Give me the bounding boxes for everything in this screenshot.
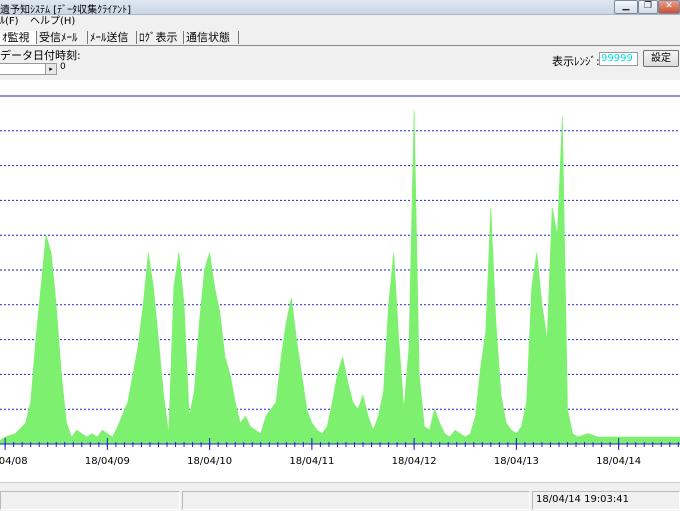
x-tick-label: 18/04/10 [187,456,232,467]
x-tick-label: 18/04/12 [392,456,437,467]
tab-log-view[interactable]: ﾛｸﾞ表示 [137,31,184,44]
tab-strip: ｵ監視 受信ﾒｰﾙ ﾒｰﾙ送信 ﾛｸﾞ表示 通信状態 [0,30,680,46]
scroll-right-icon[interactable]: ▸ [45,64,56,74]
control-panel: データ日付時刻: ▸ 0 表示ﾚﾝｼﾞ: 99999 設定 [0,46,680,80]
menu-help[interactable]: ヘルプ(H) [30,15,75,29]
restore-button[interactable]: ❐ [638,0,658,14]
menu-bar: ﾙ(F) ヘルプ(H) [0,15,680,29]
status-pane-2 [182,491,530,510]
window-title: 遺予知ｼｽﾃﾑ [ﾃﾞｰﾀ収集ｸﾗｲｱﾝﾄ] [0,5,131,16]
status-bar: 18/04/14 19:03:41 [0,482,680,511]
x-tick-label: 18/04/09 [85,456,130,467]
tab-comm-status[interactable]: 通信状態 [184,31,239,44]
datetime-label: データ日付時刻: [0,49,81,62]
x-tick-label: 18/04/13 [494,456,539,467]
tab-monitor[interactable]: ｵ監視 [0,31,37,44]
menu-file[interactable]: ﾙ(F) [0,15,19,29]
range-input[interactable]: 99999 [599,52,638,66]
scroll-value: 0 [60,62,66,72]
title-bar: 遺予知ｼｽﾃﾑ [ﾃﾞｰﾀ収集ｸﾗｲｱﾝﾄ] ▁ ❐ ✕ [0,0,680,16]
monitor-chart: 18/04/08 18/04/09 18/04/10 18/04/11 18/04/12… [0,80,680,482]
minimize-button[interactable]: ▁ [614,0,638,14]
status-datetime: 18/04/14 19:03:41 [536,494,630,505]
set-button[interactable]: 設定 [643,50,679,67]
x-tick-label: 18/04/11 [289,456,334,467]
tab-received-mail[interactable]: 受信ﾒｰﾙ [37,31,88,44]
datetime-scrollbar[interactable]: ▸ [0,63,57,75]
status-pane-1 [0,491,180,510]
tab-send-mail[interactable]: ﾒｰﾙ送信 [88,31,137,44]
close-button[interactable]: ✕ [658,0,680,14]
x-tick-label: 18/04/14 [596,456,641,467]
data-series-area [0,109,680,445]
chart-svg: 18/04/08 18/04/09 18/04/10 18/04/11 18/04/12… [0,95,680,467]
range-label: 表示ﾚﾝｼﾞ: [552,55,600,68]
x-tick-label: 18/04/08 [0,456,28,467]
